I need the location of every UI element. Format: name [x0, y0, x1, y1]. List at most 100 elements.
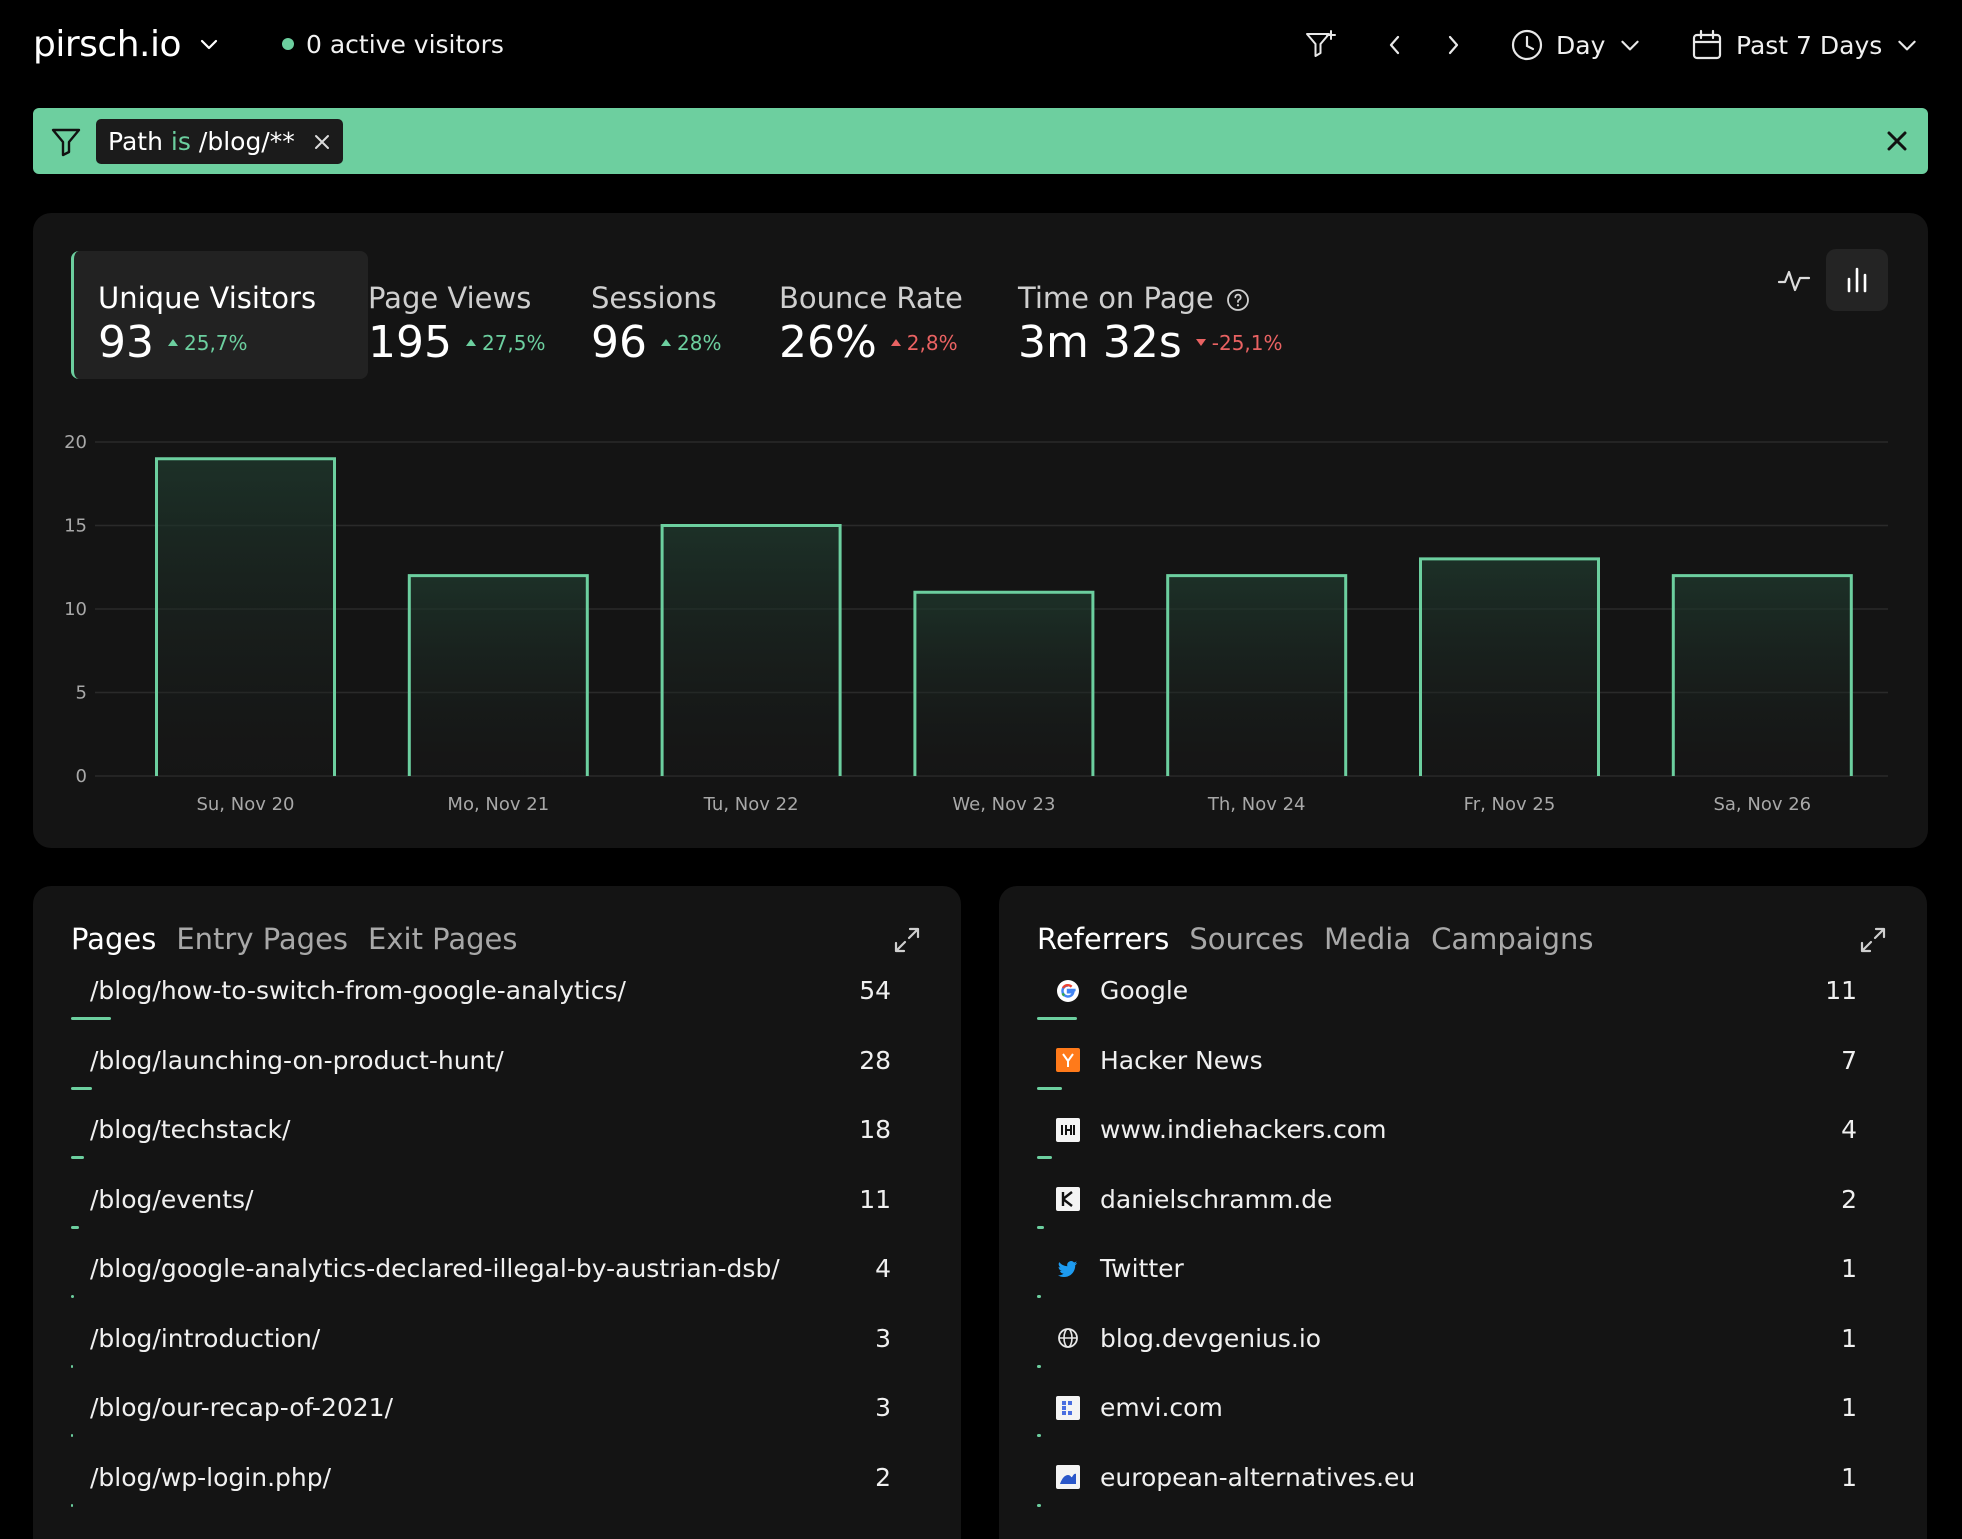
list-item[interactable]: blog.devgenius.io 1	[1037, 1316, 1889, 1385]
tab-exit-pages[interactable]: Exit Pages	[368, 922, 517, 956]
list-item[interactable]: www.indiehackers.com 4	[1037, 1107, 1889, 1176]
list-item[interactable]: /blog/introduction/3	[71, 1316, 923, 1385]
list-item[interactable]: /blog/how-to-switch-from-google-analytic…	[71, 968, 923, 1037]
share-bar	[71, 1503, 73, 1507]
clear-filters-icon[interactable]	[1880, 124, 1914, 158]
share-bar	[1037, 1156, 1052, 1159]
chevron-down-icon	[1621, 40, 1640, 51]
list-item[interactable]: /blog/launching-on-product-hunt/28	[71, 1038, 923, 1107]
site-selector[interactable]: pirsch.io	[33, 18, 221, 70]
tab-campaigns[interactable]: Campaigns	[1431, 922, 1593, 956]
list-item-label: /blog/how-to-switch-from-google-analytic…	[90, 976, 626, 1005]
list-item[interactable]: european-alternatives.eu 1	[1037, 1455, 1889, 1524]
list-item-text: www.indiehackers.com	[1100, 1115, 1387, 1144]
list-item[interactable]: Twitter 1	[1037, 1246, 1889, 1315]
list-item-text: Twitter	[1100, 1254, 1184, 1283]
list-item[interactable]: /blog/our-recap-of-2021/3	[71, 1385, 923, 1454]
list-item-count: 1	[1841, 1462, 1857, 1492]
share-bar	[1037, 1434, 1041, 1437]
list-item[interactable]: /blog/wp-login.php/2	[71, 1455, 923, 1524]
chart-bar[interactable]	[662, 525, 841, 777]
list-item-text: emvi.com	[1100, 1393, 1223, 1422]
filter-field: Path	[108, 127, 163, 156]
previous-period-button[interactable]	[1380, 22, 1410, 68]
y-tick-label: 20	[64, 432, 87, 453]
filter-chip[interactable]: Path is /blog/**	[96, 119, 343, 164]
list-item[interactable]: /blog/google-analytics-declared-illegal-…	[71, 1246, 923, 1315]
expand-icon[interactable]	[1857, 924, 1889, 956]
tab-media[interactable]: Media	[1324, 922, 1411, 956]
filter-icon	[51, 128, 81, 157]
list-item-count: 1	[1841, 1393, 1857, 1422]
share-bar	[71, 1295, 74, 1298]
chart-bar[interactable]	[1167, 575, 1346, 776]
period-unit-label: Day	[1556, 30, 1606, 60]
filter-operator: is	[170, 127, 191, 156]
tab-pages[interactable]: Pages	[71, 922, 156, 956]
tab-sources[interactable]: Sources	[1189, 922, 1304, 956]
referrers-panel: Referrers Sources Media Campaigns Google…	[999, 886, 1927, 1539]
tab-entry-pages[interactable]: Entry Pages	[176, 922, 348, 956]
share-bar	[71, 1364, 74, 1368]
danielschramm-icon	[1056, 1187, 1080, 1211]
list-item-label: /blog/events/	[90, 1185, 253, 1214]
active-visitors[interactable]: 0 active visitors	[282, 26, 504, 62]
chevron-down-icon	[1898, 40, 1916, 51]
x-tick-label: We, Nov 23	[952, 794, 1055, 815]
share-bar	[71, 1017, 111, 1020]
chart-bar[interactable]	[1420, 558, 1599, 776]
list-item[interactable]: Google 11	[1037, 968, 1889, 1037]
clock-icon	[1511, 29, 1543, 61]
list-item-text: /blog/introduction/	[90, 1323, 321, 1353]
list-item[interactable]: Hacker News 7	[1037, 1038, 1889, 1107]
chart-bar[interactable]	[914, 592, 1093, 776]
x-tick-label: Sa, Nov 26	[1713, 794, 1811, 815]
chart-bar[interactable]	[1673, 575, 1852, 776]
tab-referrers[interactable]: Referrers	[1037, 922, 1169, 956]
list-item-count: 2	[875, 1462, 891, 1492]
share-bar	[71, 1434, 74, 1437]
chart-bar[interactable]	[156, 458, 335, 776]
x-tick-label: Su, Nov 20	[196, 794, 294, 815]
list-item-count: 7	[1841, 1045, 1857, 1075]
chevron-down-icon	[200, 39, 218, 50]
hacker-news-icon	[1056, 1048, 1080, 1072]
list-item-count: 3	[875, 1393, 891, 1422]
add-filter-button[interactable]	[1302, 22, 1338, 68]
list-item-label: /blog/our-recap-of-2021/	[90, 1393, 393, 1422]
share-bar	[1037, 1364, 1041, 1368]
list-item-count: 2	[1841, 1184, 1857, 1214]
list-item-count: 11	[859, 1184, 891, 1214]
pages-panel: Pages Entry Pages Exit Pages /blog/how-t…	[33, 886, 961, 1539]
next-period-button[interactable]	[1438, 22, 1468, 68]
list-item-count: 3	[875, 1323, 891, 1353]
list-item-label: /blog/wp-login.php/	[90, 1463, 331, 1492]
filter-value: /blog/**	[198, 127, 295, 156]
chart-bar[interactable]	[409, 575, 588, 776]
list-item[interactable]: emvi.com 1	[1037, 1385, 1889, 1454]
y-tick-label: 0	[76, 766, 87, 787]
list-item-count: 1	[1841, 1323, 1857, 1353]
expand-icon[interactable]	[891, 924, 923, 956]
site-name: pirsch.io	[33, 23, 182, 65]
list-item[interactable]: /blog/events/11	[71, 1177, 923, 1246]
list-item-label: emvi.com	[1056, 1393, 1223, 1422]
share-bar	[71, 1086, 92, 1090]
share-bar	[71, 1225, 80, 1229]
share-bar	[71, 1156, 85, 1159]
list-item-count: 4	[875, 1254, 891, 1283]
date-range-dropdown[interactable]: Past 7 Days	[1690, 22, 1920, 68]
list-item[interactable]: /blog/techstack/18	[71, 1107, 923, 1176]
list-item-count: 18	[859, 1115, 891, 1144]
chevron-right-icon	[1448, 35, 1459, 55]
list-item-text: danielschramm.de	[1100, 1184, 1333, 1214]
referrers-tabs: Referrers Sources Media Campaigns	[1037, 922, 1594, 956]
list-item[interactable]: danielschramm.de 2	[1037, 1177, 1889, 1246]
remove-filter-icon[interactable]	[313, 133, 331, 151]
list-item-label: www.indiehackers.com	[1056, 1115, 1387, 1144]
x-tick-label: Fr, Nov 25	[1464, 794, 1556, 815]
list-item-text: Google	[1100, 976, 1189, 1005]
list-item-label: Hacker News	[1056, 1046, 1263, 1075]
y-tick-label: 10	[64, 599, 87, 620]
period-unit-dropdown[interactable]: Day	[1510, 22, 1643, 68]
